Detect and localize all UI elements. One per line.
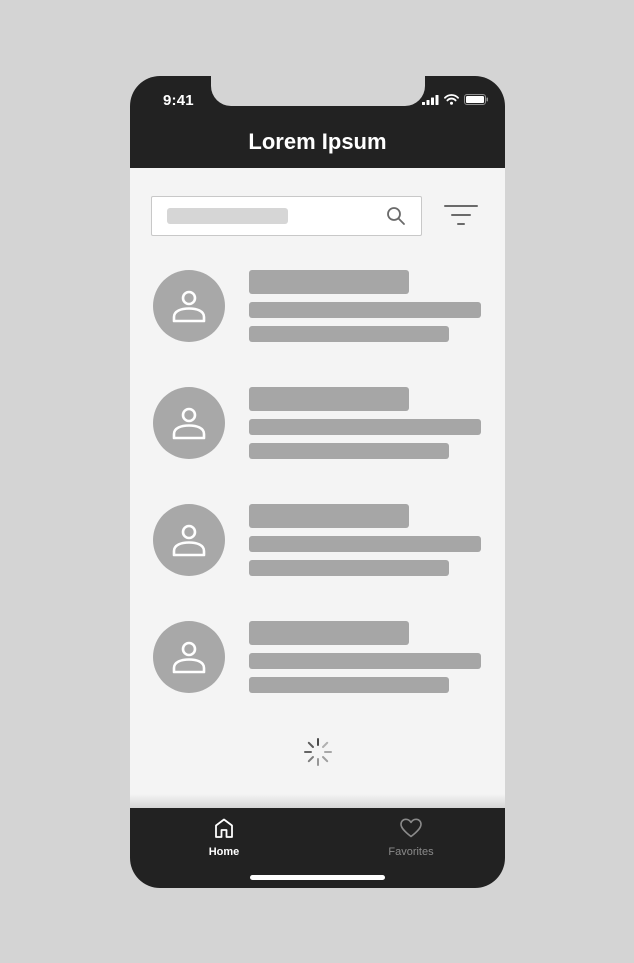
tab-home-label: Home <box>208 846 240 858</box>
list-item[interactable] <box>130 387 505 504</box>
page-title: Lorem Ipsum <box>248 129 387 154</box>
avatar <box>153 270 225 342</box>
status-icons <box>422 94 489 105</box>
avatar <box>153 387 225 459</box>
item-subtitle-placeholder <box>249 536 481 552</box>
filter-icon[interactable] <box>443 201 479 229</box>
item-subtitle-placeholder <box>249 419 481 435</box>
heart-icon <box>400 818 422 838</box>
search-icon[interactable] <box>386 206 406 226</box>
cellular-signal-icon <box>422 94 439 105</box>
item-detail-placeholder <box>249 326 449 342</box>
item-title-placeholder <box>249 387 409 411</box>
user-icon <box>172 407 206 440</box>
item-detail-placeholder <box>249 560 449 576</box>
item-detail-placeholder <box>249 677 449 693</box>
item-detail-placeholder <box>249 443 449 459</box>
user-icon <box>172 290 206 323</box>
tab-favorites-label: Favorites <box>388 846 434 858</box>
home-icon <box>215 818 233 838</box>
avatar <box>153 621 225 693</box>
avatar <box>153 504 225 576</box>
device-notch <box>211 76 425 106</box>
search-input[interactable] <box>151 196 422 236</box>
item-title-placeholder <box>249 504 409 528</box>
item-title-placeholder <box>249 270 409 294</box>
user-icon <box>172 641 206 674</box>
tabbar-shadow <box>130 794 505 808</box>
contact-list <box>130 270 505 738</box>
wifi-icon <box>444 94 459 105</box>
item-subtitle-placeholder <box>249 653 481 669</box>
bottom-tab-bar: Home Favorites <box>130 808 505 888</box>
item-title-placeholder <box>249 621 409 645</box>
status-time: 9:41 <box>163 92 194 109</box>
list-item[interactable] <box>130 270 505 387</box>
phone-frame: 9:41 Lorem Ipsum Home Favorites <box>130 76 505 888</box>
user-icon <box>172 524 206 557</box>
tab-favorites[interactable]: Favorites <box>361 816 461 859</box>
search-placeholder <box>167 208 288 224</box>
home-indicator[interactable] <box>250 875 385 880</box>
loading-spinner-icon <box>304 738 332 766</box>
list-item[interactable] <box>130 504 505 621</box>
header: 9:41 Lorem Ipsum <box>130 76 505 168</box>
battery-icon <box>464 94 488 105</box>
list-item[interactable] <box>130 621 505 738</box>
tab-home[interactable]: Home <box>174 816 274 859</box>
item-subtitle-placeholder <box>249 302 481 318</box>
